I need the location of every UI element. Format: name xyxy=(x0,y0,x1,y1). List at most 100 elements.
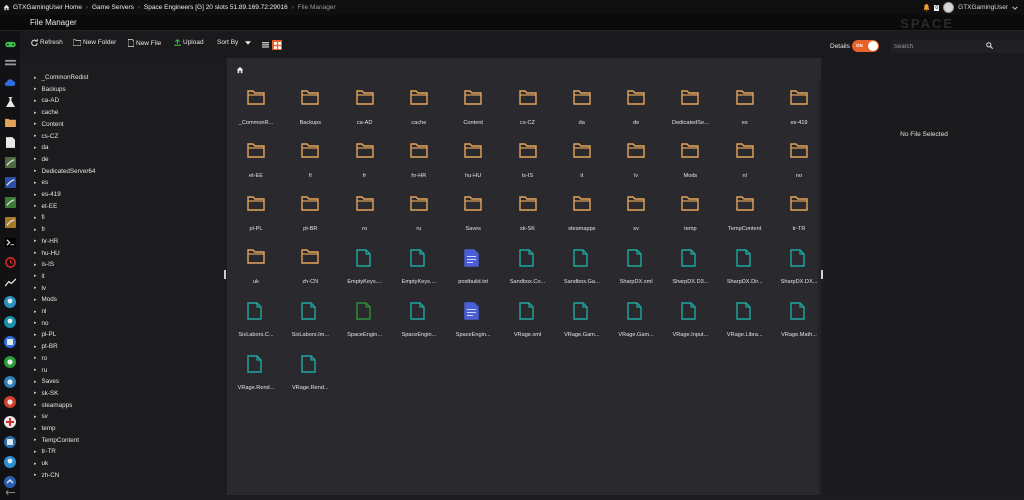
tree-item[interactable]: ▸ da xyxy=(34,142,49,153)
file-tile[interactable]: Sandbox.Ga... xyxy=(555,249,609,291)
tree-item[interactable]: ▸ temp xyxy=(34,423,56,434)
tree-item[interactable]: ▸ pl-PL xyxy=(34,329,56,340)
folder-tile[interactable]: cs-CZ xyxy=(501,90,555,132)
folder-tile[interactable]: de xyxy=(609,90,663,132)
file-tile[interactable]: SharpDX.Dir... xyxy=(718,249,772,291)
folder-tile[interactable]: no xyxy=(772,143,826,185)
folder-tile[interactable]: es-419 xyxy=(772,90,826,132)
left-splitter-handle[interactable] xyxy=(224,270,226,279)
caret-right-icon[interactable]: ▸ xyxy=(34,227,37,233)
refresh-button[interactable]: Refresh xyxy=(31,39,63,46)
folder-tile[interactable]: it xyxy=(555,143,609,185)
caret-right-icon[interactable]: ▸ xyxy=(34,75,37,81)
caret-right-icon[interactable]: ▸ xyxy=(34,449,37,455)
folder-tile[interactable]: ru xyxy=(392,196,446,238)
tree-item[interactable]: ▸ tr-TR xyxy=(34,446,56,457)
file-icon[interactable] xyxy=(3,135,17,149)
home-icon[interactable] xyxy=(236,66,244,74)
file-tile[interactable]: SixLabors.Im... xyxy=(283,302,337,344)
folder-tile[interactable]: Mods xyxy=(663,143,717,185)
file-tile[interactable]: VRage.Rend... xyxy=(283,355,337,397)
folder-tile[interactable]: sk-SK xyxy=(501,196,555,238)
tree-item[interactable]: ▸ hr-HR xyxy=(34,236,58,247)
folder-icon[interactable] xyxy=(3,115,17,129)
tree-item[interactable]: ▸ lv xyxy=(34,283,46,294)
caret-right-icon[interactable]: ▸ xyxy=(34,414,37,420)
caret-right-icon[interactable]: ▸ xyxy=(34,203,37,209)
avatar-9-icon[interactable] xyxy=(3,455,17,469)
file-tile[interactable]: EmptyKeys.... xyxy=(338,249,392,291)
username[interactable]: GTXGamingUser xyxy=(958,4,1008,11)
folder-tile[interactable]: lv xyxy=(609,143,663,185)
file-tile[interactable]: VRage.Input... xyxy=(663,302,717,344)
avatar-3-icon[interactable] xyxy=(3,335,17,349)
caret-right-icon[interactable]: ▸ xyxy=(34,86,37,92)
caret-right-icon[interactable]: ▸ xyxy=(34,98,37,104)
folder-tile[interactable]: pl-PL xyxy=(229,196,283,238)
tree-item[interactable]: ▸ ro xyxy=(34,353,47,364)
avatar-6-icon[interactable] xyxy=(3,395,17,409)
file-tile[interactable]: EmptyKeys.... xyxy=(392,249,446,291)
folder-tile[interactable]: ro xyxy=(338,196,392,238)
tree-item[interactable]: ▸ pt-BR xyxy=(34,341,58,352)
steam-icon[interactable] xyxy=(3,155,17,169)
caret-right-icon[interactable]: ▸ xyxy=(34,309,37,315)
avatar-2-icon[interactable] xyxy=(3,315,17,329)
tree-item[interactable]: ▸ de xyxy=(34,154,49,165)
clock-icon[interactable] xyxy=(3,255,17,269)
folder-tile[interactable]: pt-BR xyxy=(283,196,337,238)
folder-tile[interactable]: zh-CN xyxy=(283,249,337,291)
caret-right-icon[interactable]: ▸ xyxy=(34,133,37,139)
folder-tile[interactable]: fr xyxy=(338,143,392,185)
bell-icon[interactable] xyxy=(923,3,930,12)
tree-item[interactable]: ▸ fi xyxy=(34,212,45,223)
file-tile[interactable]: Sandbox.Co... xyxy=(501,249,555,291)
tree-item[interactable]: ▸ nl xyxy=(34,306,46,317)
tree-item[interactable]: ▸ Content xyxy=(34,119,64,130)
search-icon[interactable] xyxy=(986,42,993,49)
cloud-icon[interactable] xyxy=(3,75,17,89)
avatar-8-icon[interactable] xyxy=(3,435,17,449)
tree-item[interactable]: ▸ DedicatedServer64 xyxy=(34,166,95,177)
caret-right-icon[interactable]: ▸ xyxy=(34,297,37,303)
folder-tile[interactable]: fi xyxy=(283,143,337,185)
folder-tile[interactable]: _CommonR... xyxy=(229,90,283,132)
tree-item[interactable]: ▸ Backups xyxy=(34,84,66,95)
caret-right-icon[interactable]: ▸ xyxy=(34,461,37,467)
tree-item[interactable]: ▸ Saves xyxy=(34,376,59,387)
tree-item[interactable]: ▸ es xyxy=(34,177,48,188)
tree-item[interactable]: ▸ no xyxy=(34,318,49,329)
tree-item[interactable]: ▸ sv xyxy=(34,411,48,422)
file-tile[interactable]: SpaceEngin... xyxy=(392,302,446,344)
folder-tile[interactable]: steamapps xyxy=(555,196,609,238)
folder-tile[interactable]: Content xyxy=(446,90,500,132)
caret-right-icon[interactable]: ▸ xyxy=(34,250,37,256)
folder-tile[interactable]: is-IS xyxy=(501,143,555,185)
sort-by-dropdown[interactable]: Sort By xyxy=(217,39,252,46)
file-tile[interactable]: VRage.Math... xyxy=(772,302,826,344)
file-tile[interactable]: VRage.Gam... xyxy=(555,302,609,344)
file-tile[interactable]: postbuild.txt xyxy=(446,249,500,291)
steam-gold-icon[interactable] xyxy=(3,215,17,229)
file-tile[interactable]: SpaceEngin... xyxy=(338,302,392,344)
new-folder-button[interactable]: New Folder xyxy=(73,39,116,46)
tree-item[interactable]: ▸ _CommonRedist xyxy=(34,72,88,83)
tree-item[interactable]: ▸ is-IS xyxy=(34,259,54,270)
avatar-7-icon[interactable] xyxy=(3,415,17,429)
tree-item[interactable]: ▸ cs-CZ xyxy=(34,131,58,142)
folder-tile[interactable]: Backups xyxy=(283,90,337,132)
details-toggle[interactable]: ON xyxy=(852,40,879,52)
avatar-4-icon[interactable] xyxy=(3,355,17,369)
list-view-button[interactable] xyxy=(260,40,270,50)
breadcrumb-home[interactable]: GTXGamingUser Home xyxy=(0,4,86,11)
tree-item[interactable]: ▸ zh-CN xyxy=(34,470,59,481)
tree-item[interactable]: ▸ it xyxy=(34,271,45,282)
steam-green-icon[interactable] xyxy=(3,195,17,209)
file-tile[interactable]: VRage.Gam... xyxy=(609,302,663,344)
avatar-1-icon[interactable] xyxy=(3,295,17,309)
caret-right-icon[interactable]: ▸ xyxy=(34,426,37,432)
caret-right-icon[interactable]: ▸ xyxy=(34,273,37,279)
breadcrumb-server[interactable]: Space Engineers [G] 20 slots 51.89.169.7… xyxy=(140,4,292,11)
folder-tile[interactable]: Saves xyxy=(446,196,500,238)
caret-right-icon[interactable]: ▸ xyxy=(34,367,37,373)
